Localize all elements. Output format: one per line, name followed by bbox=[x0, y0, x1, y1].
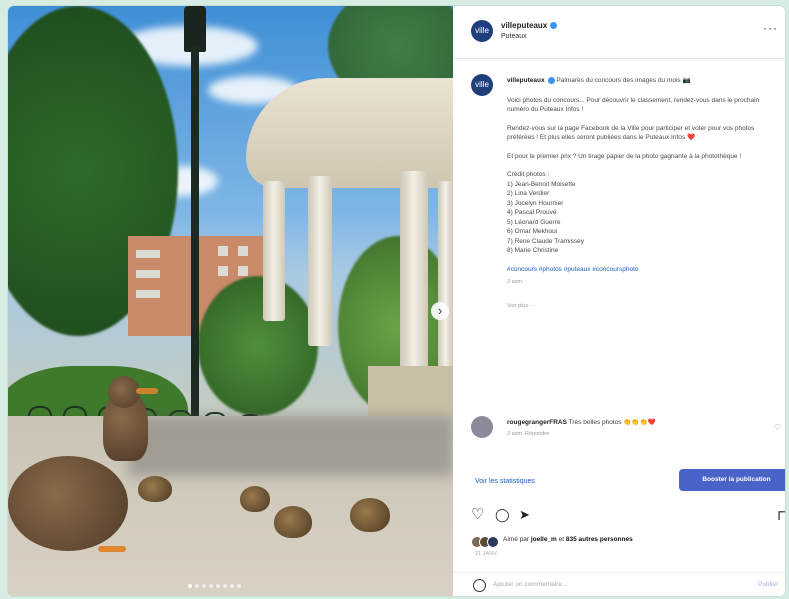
bandstand-base bbox=[368, 366, 453, 416]
share-icon[interactable]: ➤ bbox=[519, 506, 530, 524]
duckling bbox=[138, 476, 172, 502]
duckling bbox=[350, 498, 390, 532]
duck bbox=[8, 456, 128, 551]
verified-icon bbox=[547, 76, 555, 84]
more-options-icon[interactable]: ··· bbox=[763, 21, 778, 35]
like-icon[interactable]: ♡ bbox=[471, 506, 484, 524]
publish-button[interactable]: Publier bbox=[758, 581, 778, 588]
caption-avatar[interactable]: ville bbox=[471, 74, 493, 96]
credits-list: Crédit photos : 1) Jean-Benoit Moisette … bbox=[507, 170, 777, 256]
action-bar: ♡ ◯ ➤ ⊓ bbox=[471, 506, 785, 526]
post-date: 21 JANV. bbox=[475, 551, 498, 557]
emoji-icon[interactable] bbox=[473, 579, 486, 592]
credit-item: 1) Jean-Benoit Moisette bbox=[507, 180, 576, 188]
post-photo[interactable]: › bbox=[8, 6, 453, 596]
account-avatar[interactable]: ville bbox=[471, 20, 493, 42]
post-header: ville villeputeaux Puteaux ··· bbox=[453, 6, 785, 59]
comment-user[interactable]: rougegrangerFRAS bbox=[507, 419, 567, 426]
verified-icon bbox=[550, 22, 558, 30]
comment: rougegrangerFRAS Très belles photos 👏👏👏❤… bbox=[507, 418, 757, 437]
hashtags[interactable]: #concours #photos #puteaux #concoursphot… bbox=[507, 265, 777, 275]
credits-title: Crédit photos : bbox=[507, 171, 550, 178]
comment-like-icon[interactable]: ♡ bbox=[774, 423, 781, 432]
likes-summary[interactable]: Aimé par joelle_m et 835 autres personne… bbox=[503, 536, 633, 543]
caption-paragraph: Et pour le premier prix ? Un tirage papi… bbox=[507, 152, 742, 160]
carousel-dots bbox=[188, 584, 241, 588]
duckling bbox=[274, 506, 312, 538]
caption: villeputeaux Palmarès du concours des im… bbox=[507, 76, 777, 320]
column bbox=[263, 181, 285, 321]
post-panel: ville villeputeaux Puteaux ··· ville vil… bbox=[453, 6, 785, 596]
credit-item: 3) Jocelyn Hournier bbox=[507, 199, 564, 207]
lamp-post bbox=[191, 46, 199, 426]
credit-item: 2) Lina Verdier bbox=[507, 190, 550, 197]
credit-item: 6) Omar Mekhoui bbox=[507, 228, 558, 235]
caption-paragraph: Voici photos du concours... Pour découvr… bbox=[507, 96, 760, 114]
liker-avatars bbox=[471, 536, 499, 548]
boost-post-button[interactable]: Booster la publication bbox=[679, 469, 785, 491]
account-name[interactable]: villeputeaux bbox=[501, 21, 558, 30]
credit-item: 5) Léonard Guerre bbox=[507, 218, 561, 226]
caption-time: 3 sem. bbox=[507, 279, 524, 285]
caption-title: Palmarès du concours des images du mois … bbox=[556, 77, 691, 84]
location[interactable]: Puteaux bbox=[501, 33, 527, 40]
shadow bbox=[128, 416, 453, 476]
duck-foot bbox=[98, 546, 126, 552]
comment-text: Très belles photos 👏👏👏❤️ bbox=[568, 419, 656, 426]
column bbox=[400, 171, 428, 371]
comment-meta[interactable]: 3 sem. Répondre bbox=[507, 431, 757, 437]
credit-item: 7) Rene Claude Tramissey bbox=[507, 237, 584, 245]
next-photo-arrow-icon[interactable]: › bbox=[431, 302, 449, 320]
caption-paragraph: Rendez-vous sur la page Facebook de la V… bbox=[507, 124, 755, 142]
bush bbox=[198, 276, 318, 416]
column bbox=[438, 181, 453, 371]
add-comment-bar: Ajouter un commentaire... Publier bbox=[453, 572, 785, 596]
view-insights-link[interactable]: Voir les statistiques bbox=[475, 478, 535, 485]
comment-icon[interactable]: ◯ bbox=[495, 506, 510, 524]
post-window: › ville villeputeaux Puteaux ··· ville v… bbox=[8, 6, 785, 596]
see-more-link[interactable]: Voir plus ··· bbox=[507, 302, 777, 312]
duckling bbox=[240, 486, 270, 512]
save-icon[interactable]: ⊓ bbox=[777, 506, 785, 524]
commenter-avatar[interactable] bbox=[471, 416, 493, 438]
comment-input[interactable]: Ajouter un commentaire... bbox=[493, 581, 567, 588]
column bbox=[308, 176, 332, 346]
caption-account[interactable]: villeputeaux bbox=[507, 77, 545, 84]
credit-item: 8) Marie Christine bbox=[507, 247, 559, 254]
credit-item: 4) Pascal Prouvé bbox=[507, 209, 557, 216]
duck-beak bbox=[136, 388, 158, 394]
